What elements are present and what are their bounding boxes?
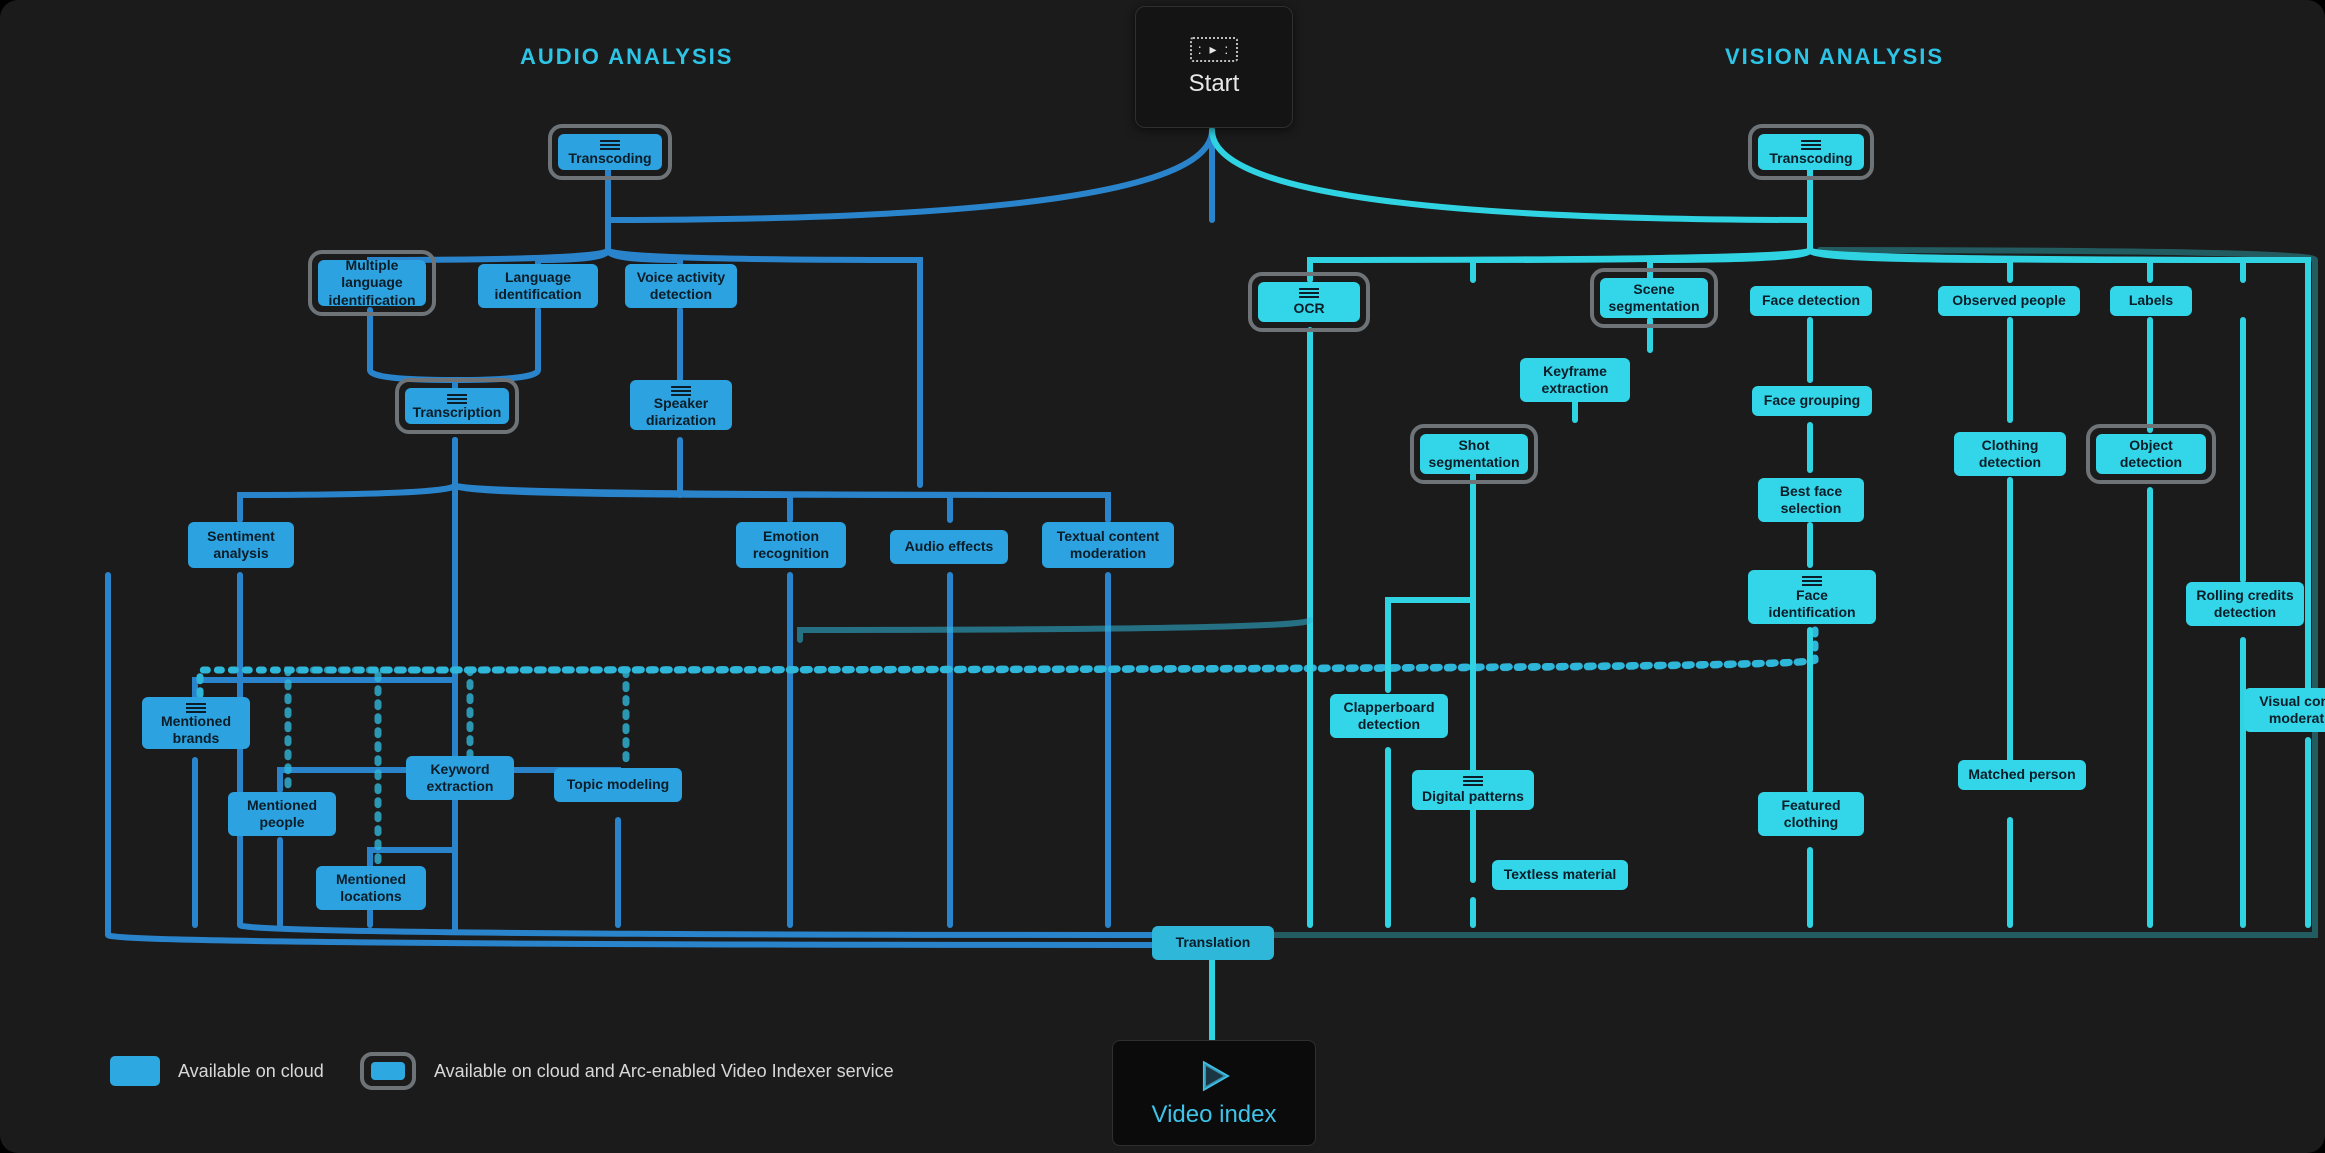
legend-cloud: Available on cloud <box>110 1056 324 1086</box>
node-a-spk: Speaker diarization <box>630 380 732 430</box>
node-a-emo: Emotion recognition <box>736 522 846 568</box>
audio-header: AUDIO ANALYSIS <box>520 44 733 70</box>
start-label: Start <box>1189 70 1240 98</box>
node-a-afx: Audio effects <box>890 530 1008 564</box>
node-v-transcoding: Transcoding <box>1758 134 1864 170</box>
legend-swatch-arc <box>360 1052 416 1090</box>
node-v-matched: Matched person <box>1958 760 2086 790</box>
node-v-obs: Observed people <box>1938 286 2080 316</box>
play-icon <box>1195 1057 1233 1095</box>
edge-layer: .eb{fill:none;stroke:#2a84cc;stroke-widt… <box>0 0 2325 1153</box>
video-index-node: Video index <box>1112 1040 1316 1146</box>
node-a-txtmod: Textual content moderation <box>1042 522 1174 568</box>
legend-arc-label: Available on cloud and Arc-enabled Video… <box>434 1061 894 1082</box>
node-translation: Translation <box>1152 926 1274 960</box>
node-a-transcription: Transcription <box>405 388 509 424</box>
start-node: : ▸ : Start <box>1135 6 1293 128</box>
node-v-rolling: Rolling credits detection <box>2186 582 2304 626</box>
node-v-labels: Labels <box>2110 286 2192 316</box>
node-v-bestface: Best face selection <box>1758 478 1864 522</box>
node-v-objdet: Object detection <box>2096 434 2206 474</box>
node-v-textless: Textless material <box>1492 860 1628 890</box>
node-a-sent: Sentiment analysis <box>188 522 294 568</box>
node-v-shot: Shot segmentation <box>1420 434 1528 474</box>
node-v-digital: Digital patterns <box>1412 770 1534 810</box>
node-a-brands: Mentioned brands <box>142 697 250 749</box>
node-a-kw: Keyword extraction <box>406 756 514 800</box>
node-a-topic: Topic modeling <box>554 768 682 802</box>
legend-cloud-label: Available on cloud <box>178 1061 324 1082</box>
legend-swatch-cloud <box>110 1056 160 1086</box>
node-a-vad: Voice activity detection <box>625 264 737 308</box>
legend-arc: Available on cloud and Arc-enabled Video… <box>360 1052 894 1090</box>
node-v-keyframe: Keyframe extraction <box>1520 358 1630 402</box>
node-v-facedet: Face detection <box>1750 286 1872 316</box>
node-a-transcoding: Transcoding <box>558 134 662 170</box>
node-a-li: Language identification <box>478 264 598 308</box>
node-v-featured: Featured clothing <box>1758 792 1864 836</box>
node-v-vcm: Visual content moderation <box>2244 688 2325 732</box>
node-v-clothdet: Clothing detection <box>1954 432 2066 476</box>
node-a-mli: Multiple language identification <box>318 260 426 306</box>
node-v-clap: Clapperboard detection <box>1330 694 1448 738</box>
node-v-scene: Scene segmentation <box>1600 278 1708 318</box>
node-v-facegrp: Face grouping <box>1752 386 1872 416</box>
vision-header: VISION ANALYSIS <box>1725 44 1944 70</box>
node-a-people: Mentioned people <box>228 792 336 836</box>
node-v-ocr: OCR <box>1258 282 1360 322</box>
node-v-faceid: Face identification <box>1748 570 1876 624</box>
node-a-loc: Mentioned locations <box>316 866 426 910</box>
video-index-label: Video index <box>1152 1101 1277 1129</box>
media-seek-icon: : ▸ : <box>1190 37 1239 62</box>
